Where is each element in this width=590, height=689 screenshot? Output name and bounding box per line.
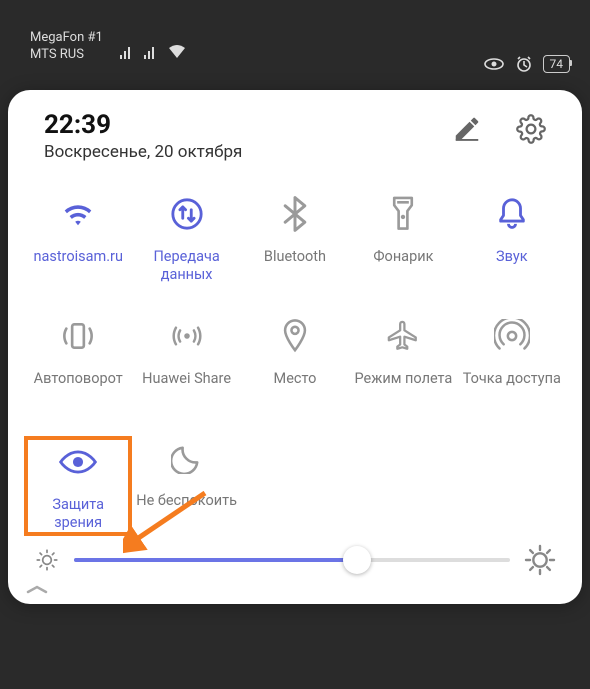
brightness-row [24,538,566,580]
date[interactable]: Воскресенье, 20 октября [44,142,452,162]
airplane-icon [381,314,425,358]
tile-label: Передача данных [132,248,240,284]
tile-label: Автоповорот [32,370,125,388]
eye-icon [56,440,100,484]
data-transfer-icon [165,192,209,236]
hotspot-icon [490,314,534,358]
tile-label: Звук [494,248,530,266]
clock[interactable]: 22:39 [44,110,452,140]
wifi-status-icon [167,44,187,60]
carrier-secondary: MTS RUS [30,47,103,64]
settings-icon[interactable] [516,114,546,144]
share-icon [165,314,209,358]
tile-label: Не беспокоить [134,492,239,510]
tile-eye-comfort[interactable]: Защита зрения [24,436,132,536]
tile-bluetooth[interactable]: Bluetooth [241,192,349,292]
tile-label: Режим полета [352,370,454,388]
signal-icons [119,44,187,60]
tile-airplane-mode[interactable]: Режим полета [349,314,457,414]
location-pin-icon [273,314,317,358]
brightness-slider[interactable] [74,558,510,562]
panel-header: 22:39 Воскресенье, 20 октября [24,110,566,172]
tile-label: Защита зрения [28,496,128,532]
tiles-grid: nastroisam.ru Передача данных Bluetooth … [24,192,566,536]
tile-hotspot[interactable]: Точка доступа [458,314,566,414]
tile-auto-rotate[interactable]: Автоповорот [24,314,132,414]
tile-location[interactable]: Место [241,314,349,414]
battery-indicator: 74 [543,55,571,73]
tile-label: Bluetooth [262,248,328,266]
bluetooth-icon [273,192,317,236]
tile-mobile-data[interactable]: Передача данных [132,192,240,292]
tile-label: nastroisam.ru [31,248,125,266]
edit-icon[interactable] [452,114,482,144]
flashlight-icon [381,192,425,236]
brightness-low-icon [34,547,60,573]
brightness-high-icon [524,544,556,576]
tile-do-not-disturb[interactable]: Не беспокоить [132,436,240,536]
tile-label: Точка доступа [461,370,563,388]
slider-thumb[interactable] [343,546,371,574]
tile-label: Huawei Share [140,370,233,388]
tile-wifi[interactable]: nastroisam.ru [24,192,132,292]
carrier-primary: MegaFon #1 [30,30,103,47]
expand-handle[interactable] [24,582,566,596]
moon-icon [165,436,209,480]
tile-sound[interactable]: Звук [458,192,566,292]
tile-flashlight[interactable]: Фонарик [349,192,457,292]
status-bar: MegaFon #1 MTS RUS 74 [0,0,590,88]
wifi-icon [56,192,100,236]
tile-label: Фонарик [371,248,435,266]
eye-status-icon [483,57,505,71]
tile-huawei-share[interactable]: Huawei Share [132,314,240,414]
bell-icon [490,192,534,236]
quick-settings-panel: 22:39 Воскресенье, 20 октября nastroisam… [8,90,582,604]
tile-label: Место [272,370,319,388]
rotate-icon [56,314,100,358]
alarm-status-icon [515,55,533,73]
